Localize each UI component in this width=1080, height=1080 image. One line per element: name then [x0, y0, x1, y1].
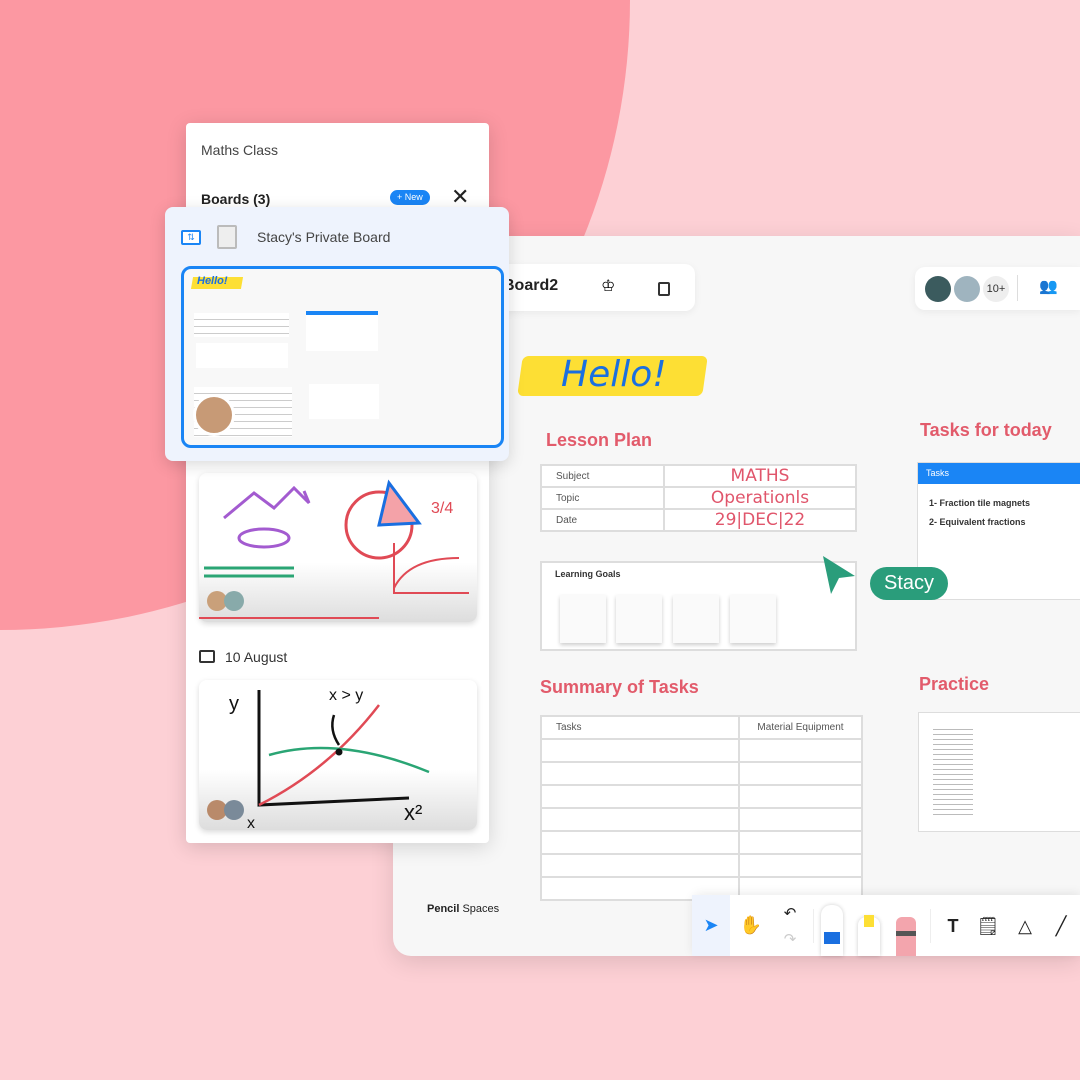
practice-lines [933, 725, 973, 815]
text-tool-icon[interactable]: T [938, 909, 968, 943]
cell: MATHS [663, 464, 857, 488]
brand-logo: Pencil Spaces [427, 903, 500, 915]
svg-text:y: y [229, 693, 239, 715]
shapes-tool-icon[interactable]: △ [1010, 909, 1040, 943]
sticky-note[interactable] [560, 595, 606, 643]
task-item: 2- Equivalent fractions [929, 517, 1026, 527]
selected-board-card[interactable]: ⇅ Stacy's Private Board Hello! [165, 207, 509, 461]
highlighter-tool-icon[interactable] [858, 915, 880, 956]
tasks-for-today-title: Tasks for today [920, 420, 1052, 440]
cell: Date [540, 508, 665, 532]
practice-sheet [918, 712, 1080, 832]
cell: Subject [540, 464, 665, 488]
private-user-icon [217, 225, 237, 249]
hand-tool-icon[interactable]: ✋ [732, 895, 770, 956]
learning-goals-label: Learning Goals [555, 569, 621, 579]
participants-bar: 10+ 👥 [915, 267, 1080, 310]
crown-icon[interactable]: ♔ [601, 276, 615, 296]
svg-text:x: x [247, 815, 255, 830]
svg-text:3/4: 3/4 [431, 500, 453, 517]
column-header: Tasks [540, 715, 740, 740]
lesson-plan-title: Lesson Plan [546, 430, 653, 450]
new-board-button[interactable]: + New [390, 190, 430, 205]
cell: Operationls [663, 486, 857, 510]
avatar[interactable] [925, 276, 951, 302]
practice-title: Practice [919, 674, 990, 694]
board-thumbnail[interactable]: 3/4 [199, 473, 477, 622]
cell: Topic [540, 486, 665, 510]
eraser-tool-icon[interactable] [896, 917, 916, 956]
summary-title: Summary of Tasks [540, 677, 699, 697]
preview-hello: Hello! [197, 275, 228, 287]
pen-tool-icon[interactable] [821, 905, 843, 956]
redo-icon[interactable]: ↷ [772, 929, 808, 949]
sticky-note[interactable] [616, 595, 662, 643]
avatar [224, 800, 244, 820]
hello-text: Hello! [561, 354, 667, 395]
undo-icon[interactable]: ↶ [772, 903, 808, 923]
lock-icon[interactable] [658, 282, 670, 296]
board-title: Board2 [503, 277, 559, 294]
avatar [193, 394, 235, 436]
date-label: 10 August [225, 649, 288, 665]
cursor-label: Stacy [870, 567, 949, 600]
summary-table: Tasks Material Equipment [540, 715, 863, 901]
sticky-note-tool-icon[interactable]: 🗒 [973, 909, 1003, 943]
class-title: Maths Class [201, 142, 279, 158]
people-icon[interactable]: 👥 [1039, 277, 1058, 295]
lesson-plan-table: Subject MATHS Topic Operationls Date 29|DEC… [540, 464, 857, 532]
tasks-header: Tasks [918, 463, 1080, 484]
board-thumbnail[interactable]: x > y y x² x [199, 680, 477, 832]
learning-goals-box: Learning Goals [540, 561, 857, 651]
select-tool-icon[interactable]: ➤ [692, 895, 730, 956]
sticky-note[interactable] [730, 595, 776, 643]
line-tool-icon[interactable]: ╱ [1046, 909, 1076, 943]
avatar[interactable] [954, 276, 980, 302]
divider [1017, 275, 1018, 301]
board-icon [199, 650, 215, 663]
cursor-icon [823, 556, 855, 594]
boards-count: Boards (3) [201, 191, 271, 207]
toolbar: ➤ ✋ ↶ ↷ T 🗒 △ ╱ [692, 895, 1080, 956]
board-icon: ⇅ [181, 230, 201, 245]
column-header: Material Equipment [738, 715, 863, 740]
participants-more-badge[interactable]: 10+ [983, 276, 1009, 302]
svg-text:x > y: x > y [329, 687, 363, 704]
svg-text:x²: x² [404, 800, 422, 825]
cell: 29|DEC|22 [663, 508, 857, 532]
board-preview[interactable]: Hello! [181, 266, 504, 448]
avatar [224, 591, 244, 611]
task-item: 1- Fraction tile magnets [929, 498, 1031, 508]
sticky-note[interactable] [673, 595, 719, 643]
board-name: Stacy's Private Board [257, 229, 391, 245]
